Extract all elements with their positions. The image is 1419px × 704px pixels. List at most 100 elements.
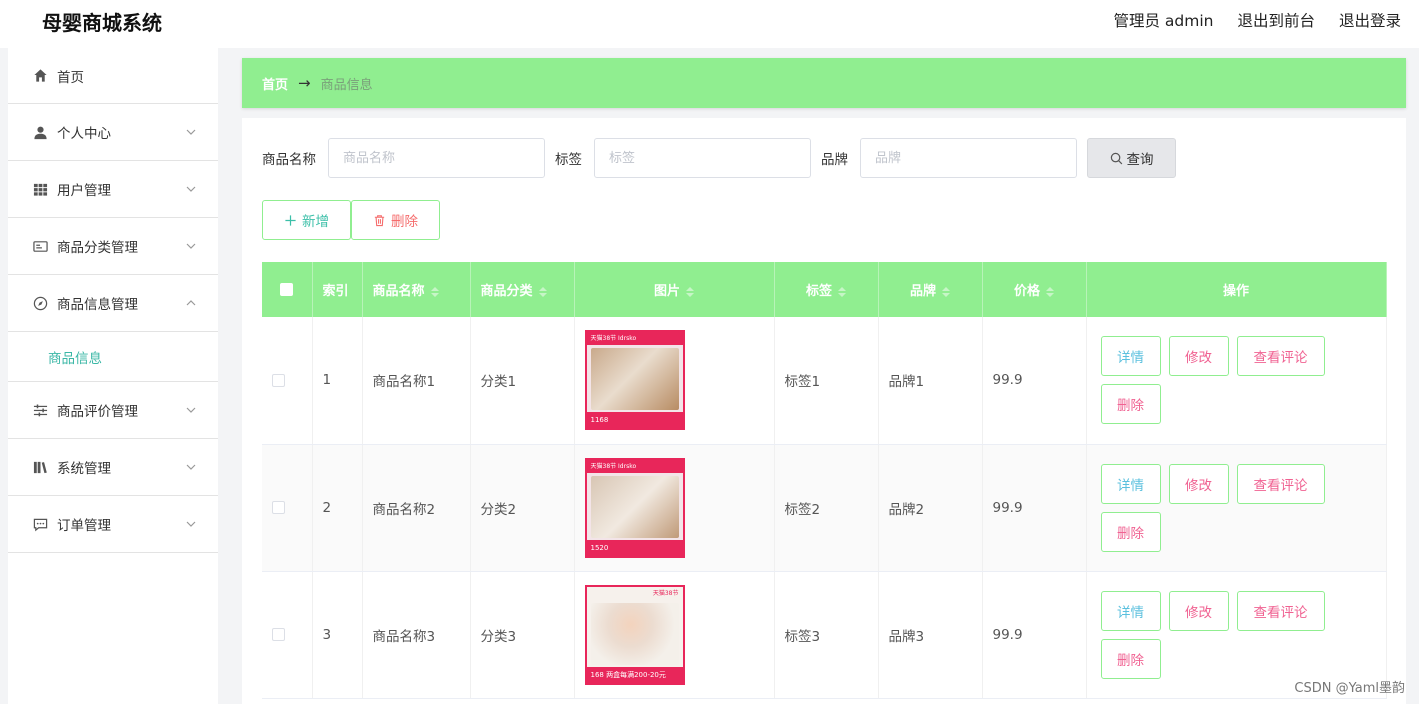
select-all-checkbox[interactable] — [280, 283, 294, 296]
index-cell: 2 — [312, 444, 363, 572]
tag-cell: 标签3 — [774, 571, 879, 699]
brand-input[interactable] — [860, 138, 1077, 178]
breadcrumb-current: 商品信息 — [320, 77, 373, 93]
image-cell: 天猫38节 Idrsko 1520 — [574, 444, 775, 572]
header-links: 管理员 admin 退出到前台 退出登录 — [1113, 9, 1401, 31]
row-select-cell — [262, 571, 313, 699]
delete-row-button[interactable]: 删除 — [1100, 638, 1161, 679]
chevron-down-icon — [186, 460, 196, 470]
sidebar-item-category-management[interactable]: 商品分类管理 — [8, 218, 218, 275]
sidebar-item-personal-center[interactable]: 个人中心 — [8, 104, 218, 161]
chevron-down-icon — [186, 125, 196, 135]
price-cell: 99.9 — [982, 444, 1087, 572]
add-button-label: 新增 — [302, 214, 329, 230]
tag-cell: 标签1 — [774, 317, 879, 445]
column-header-image[interactable]: 图片 — [574, 262, 775, 317]
column-header-tag[interactable]: 标签 — [774, 262, 879, 317]
index-cell: 3 — [312, 571, 363, 699]
table-row: 3 商品名称3 分类3 天猫38节 168 两盒每满200-20元 标签3 品牌… — [262, 571, 1387, 699]
content-panel: 商品名称 标签 品牌 查询 新增 删除 索引 商品名称 — [242, 118, 1406, 704]
sort-icon[interactable] — [1046, 286, 1054, 297]
detail-button[interactable]: 详情 — [1100, 336, 1161, 377]
batch-delete-button[interactable]: 删除 — [351, 200, 440, 240]
image-cell: 天猫38节 Idrsko 1168 — [574, 317, 775, 445]
admin-label[interactable]: 管理员 admin — [1113, 9, 1213, 31]
column-header-brand[interactable]: 品牌 — [878, 262, 983, 317]
edit-button[interactable]: 修改 — [1168, 336, 1229, 377]
table-row: 2 商品名称2 分类2 天猫38节 Idrsko 1520 标签2 品牌2 99… — [262, 444, 1387, 572]
price-cell: 99.9 — [982, 571, 1087, 699]
chevron-down-icon — [186, 403, 196, 413]
row-select-cell — [262, 444, 313, 572]
column-header-category[interactable]: 商品分类 — [470, 262, 575, 317]
detail-button[interactable]: 详情 — [1100, 590, 1161, 631]
tag-input[interactable] — [594, 138, 811, 178]
image-banner: 天猫38节 Idrsko — [586, 459, 683, 473]
breadcrumb-home[interactable]: 首页 — [262, 74, 288, 93]
product-table: 索引 商品名称 商品分类 图片 标签 品牌 价格 操作 1 商品名称1 分类1 … — [262, 262, 1387, 699]
detail-button[interactable]: 详情 — [1100, 463, 1161, 504]
sort-icon[interactable] — [686, 286, 694, 297]
image-scene — [590, 602, 679, 665]
edit-button[interactable]: 修改 — [1168, 590, 1229, 631]
image-banner: 天猫38节 Idrsko — [586, 332, 683, 346]
row-checkbox[interactable] — [272, 373, 285, 387]
brand-cell: 品牌3 — [878, 571, 983, 699]
actions-cell: 详情 修改 查看评论 删除 — [1086, 317, 1387, 445]
sidebar-item-user-management[interactable]: 用户管理 — [8, 161, 218, 218]
sidebar-item-review-management[interactable]: 商品评价管理 — [8, 382, 218, 439]
search-icon — [1110, 152, 1122, 164]
row-checkbox[interactable] — [272, 501, 285, 514]
sort-icon[interactable] — [538, 286, 547, 297]
sidebar-subitem-label: 商品信息 — [48, 350, 102, 367]
add-button[interactable]: 新增 — [262, 200, 351, 240]
sidebar-item-label: 个人中心 — [57, 126, 111, 142]
product-image[interactable]: 天猫38节 Idrsko 1168 — [584, 330, 685, 431]
row-select-cell — [262, 317, 313, 445]
sidebar-item-label: 商品分类管理 — [57, 240, 138, 256]
view-reviews-button[interactable]: 查看评论 — [1236, 463, 1325, 504]
product-name-input[interactable] — [328, 138, 545, 178]
exit-to-front-link[interactable]: 退出到前台 — [1237, 9, 1315, 31]
column-header-price[interactable]: 价格 — [982, 262, 1087, 317]
card-icon — [32, 238, 48, 254]
query-button[interactable]: 查询 — [1087, 138, 1176, 178]
tag-cell: 标签2 — [774, 444, 879, 572]
brand-cell: 品牌1 — [878, 317, 983, 445]
sidebar-item-label: 商品评价管理 — [57, 404, 138, 420]
delete-row-button[interactable]: 删除 — [1100, 511, 1161, 552]
sort-icon[interactable] — [838, 286, 846, 297]
sidebar: 首页 个人中心 用户管理 商品分类管理 商品信息管理 商品信息 商品评价管理 系… — [8, 48, 218, 704]
index-cell: 1 — [312, 317, 363, 445]
product-image[interactable]: 天猫38节 168 两盒每满200-20元 — [584, 584, 685, 685]
sidebar-item-system-management[interactable]: 系统管理 — [8, 439, 218, 496]
product-image[interactable]: 天猫38节 Idrsko 1520 — [584, 457, 685, 558]
name-cell: 商品名称1 — [362, 317, 471, 445]
name-cell: 商品名称2 — [362, 444, 471, 572]
image-banner: 天猫38节 — [586, 586, 683, 600]
chat-icon — [32, 516, 48, 532]
brand-label: 品牌 — [821, 152, 848, 168]
actions-cell: 详情 修改 查看评论 删除 — [1086, 444, 1387, 572]
sidebar-item-home[interactable]: 首页 — [8, 48, 218, 104]
sidebar-item-product-info-management[interactable]: 商品信息管理 — [8, 275, 218, 332]
row-checkbox[interactable] — [272, 628, 285, 641]
delete-row-button[interactable]: 删除 — [1100, 384, 1161, 425]
sort-icon[interactable] — [430, 286, 439, 297]
sort-icon[interactable] — [942, 286, 950, 297]
edit-button[interactable]: 修改 — [1168, 463, 1229, 504]
column-header-actions: 操作 — [1086, 262, 1387, 317]
column-header-name[interactable]: 商品名称 — [362, 262, 471, 317]
trash-icon — [374, 214, 385, 226]
sidebar-subitem-product-info[interactable]: 商品信息 — [8, 332, 218, 382]
chevron-down-icon — [186, 517, 196, 527]
compass-icon — [32, 295, 48, 311]
logout-link[interactable]: 退出登录 — [1339, 9, 1401, 31]
breadcrumb: 首页 → 商品信息 — [242, 58, 1406, 108]
toolbar: 新增 删除 — [262, 200, 440, 240]
sidebar-item-order-management[interactable]: 订单管理 — [8, 496, 218, 553]
image-caption: 1520 — [586, 539, 683, 556]
image-caption: 168 两盒每满200-20元 — [586, 666, 683, 683]
view-reviews-button[interactable]: 查看评论 — [1236, 590, 1325, 631]
view-reviews-button[interactable]: 查看评论 — [1236, 336, 1325, 377]
